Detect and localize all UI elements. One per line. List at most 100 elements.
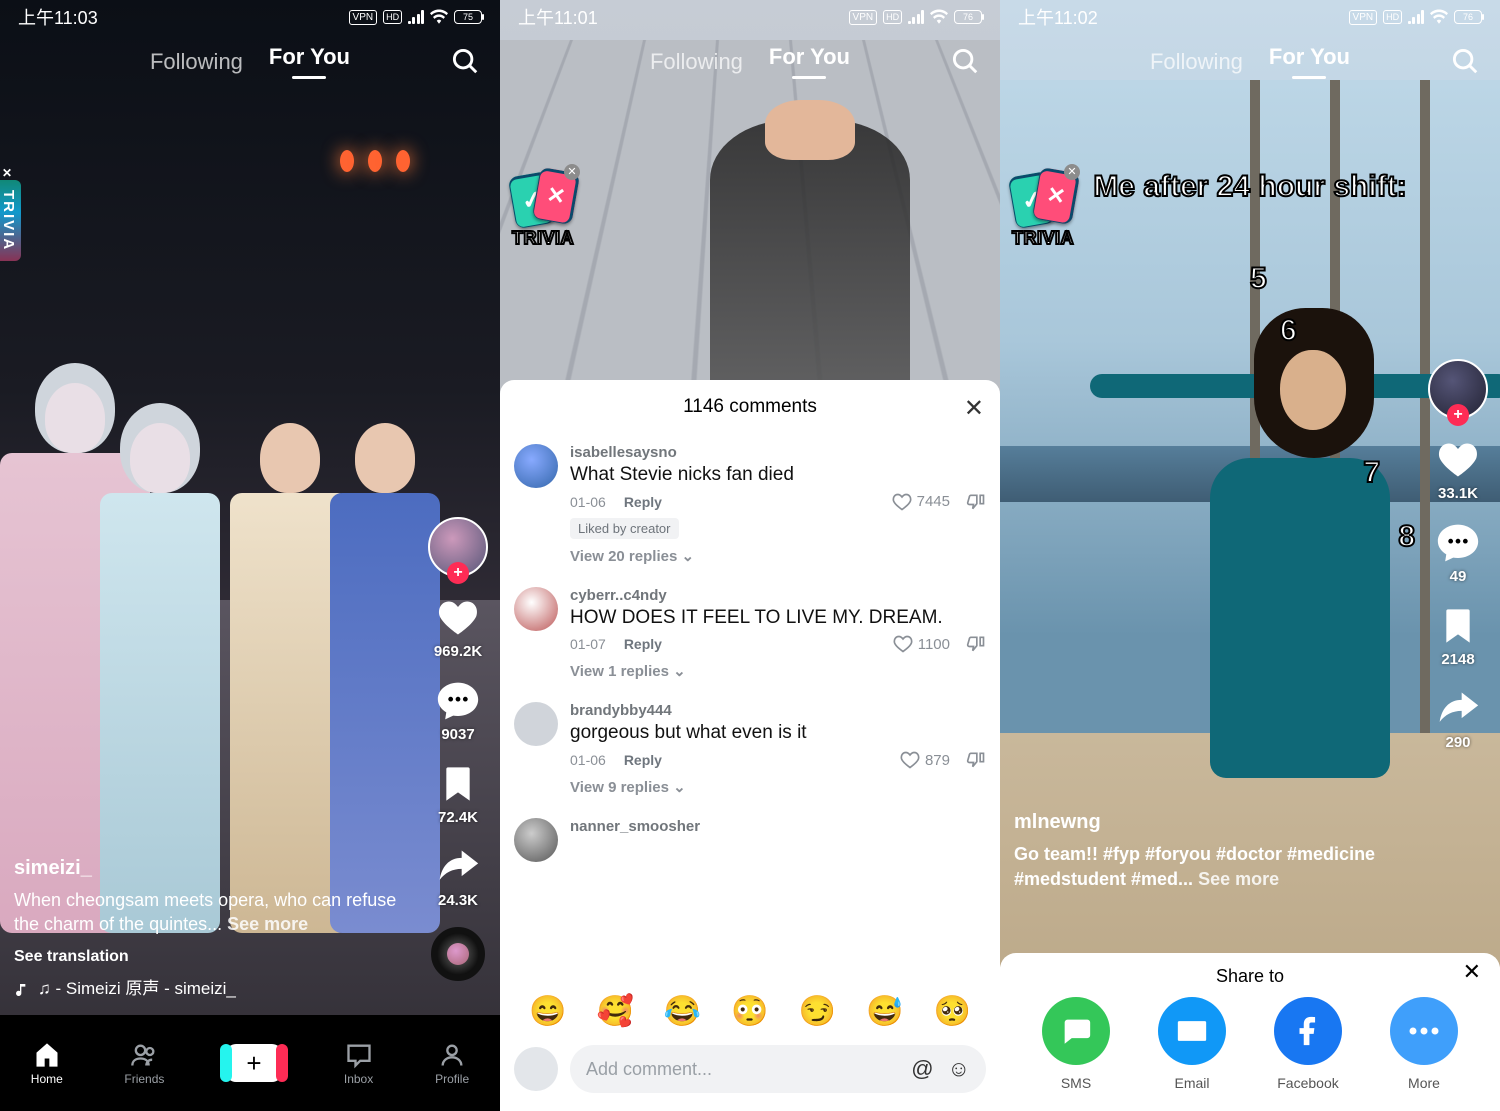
- share-button[interactable]: 24.3K: [435, 844, 481, 909]
- my-avatar[interactable]: [514, 1047, 558, 1091]
- comments-sheet: 1146 comments ✕ isabellesaysno What Stev…: [500, 380, 1000, 1111]
- search-icon[interactable]: [950, 46, 980, 76]
- like-comment-button[interactable]: 1100: [893, 634, 950, 654]
- reaction-emoji[interactable]: 😂: [664, 994, 701, 1029]
- reply-button[interactable]: Reply: [624, 494, 662, 510]
- see-more-button[interactable]: See more: [227, 914, 308, 934]
- heart-icon: [1435, 437, 1481, 483]
- creator-username[interactable]: mlnewng: [1014, 809, 1400, 836]
- comment-input[interactable]: Add comment... @ ☺: [570, 1045, 986, 1093]
- music-note-icon: [14, 982, 30, 998]
- see-more-button[interactable]: See more: [1198, 869, 1279, 889]
- save-button[interactable]: 72.4K: [435, 761, 481, 826]
- tab-following[interactable]: Following: [150, 49, 243, 75]
- share-facebook[interactable]: Facebook: [1274, 997, 1342, 1091]
- commenter-avatar[interactable]: [514, 587, 558, 631]
- creator-avatar[interactable]: +: [1428, 359, 1488, 419]
- trivia-badge[interactable]: ✕ TRIVIA: [1010, 170, 1076, 249]
- view-replies-button[interactable]: View 20 replies ⌄: [570, 547, 986, 565]
- signal-icon: [1408, 10, 1424, 24]
- commenter-avatar[interactable]: [514, 444, 558, 488]
- dislike-comment-button[interactable]: [966, 634, 986, 654]
- see-translation-button[interactable]: See translation: [14, 946, 400, 968]
- trivia-badge[interactable]: ✕ TRIVIA: [510, 170, 576, 249]
- comment-date: 01-07: [570, 636, 606, 652]
- caption-block: simeizi_ When cheongsam meets opera, who…: [14, 855, 400, 1001]
- tab-following[interactable]: Following: [650, 49, 743, 75]
- comment-text: What Stevie nicks fan died: [570, 463, 986, 488]
- like-button[interactable]: 969.2K: [434, 595, 482, 660]
- tab-for-you[interactable]: For You: [1269, 44, 1350, 79]
- clock: 上午11:01: [518, 4, 598, 30]
- clock: 上午11:02: [1018, 4, 1098, 30]
- close-share-button[interactable]: ✕: [1463, 966, 1481, 978]
- tab-following[interactable]: Following: [1150, 49, 1243, 75]
- sound-disc[interactable]: [431, 927, 485, 981]
- search-icon[interactable]: [450, 46, 480, 76]
- creator-username[interactable]: simeizi_: [14, 855, 400, 882]
- hd-indicator: HD: [1383, 10, 1402, 24]
- tab-for-you[interactable]: For You: [769, 44, 850, 79]
- save-button[interactable]: 2148: [1435, 603, 1481, 668]
- comment-text: HOW DOES IT FEEL TO LIVE MY. DREAM.: [570, 606, 986, 631]
- commenter-name[interactable]: cyberr..c4ndy: [570, 587, 986, 604]
- reaction-emoji[interactable]: 🥺: [934, 994, 971, 1029]
- tab-home[interactable]: Home: [31, 1041, 63, 1086]
- close-icon[interactable]: ✕: [1064, 164, 1080, 180]
- dislike-comment-button[interactable]: [966, 750, 986, 770]
- heart-icon: [435, 595, 481, 641]
- commenter-avatar[interactable]: [514, 818, 558, 862]
- reaction-emoji[interactable]: 😄: [529, 994, 566, 1029]
- tab-friends[interactable]: Friends: [124, 1041, 164, 1086]
- create-button[interactable]: +: [226, 1044, 282, 1082]
- caption-text[interactable]: Go team!! #fyp #foryou #doctor #medicine…: [1014, 844, 1375, 888]
- comment-item: isabellesaysno What Stevie nicks fan die…: [514, 434, 986, 577]
- sound-marquee[interactable]: ♫ - Simeizi 原声 - simeizi_: [14, 978, 400, 1001]
- share-more[interactable]: More: [1390, 997, 1458, 1091]
- tab-for-you[interactable]: For You: [269, 44, 350, 79]
- share-email[interactable]: Email: [1158, 997, 1226, 1091]
- share-button[interactable]: 290: [1435, 686, 1481, 751]
- share-sms[interactable]: SMS: [1042, 997, 1110, 1091]
- view-replies-button[interactable]: View 9 replies ⌄: [570, 778, 986, 796]
- plus-icon: +: [246, 1048, 261, 1079]
- commenter-name[interactable]: nanner_smoosher: [570, 818, 986, 835]
- like-comment-button[interactable]: 7445: [892, 492, 950, 512]
- wifi-icon: [930, 9, 948, 25]
- view-replies-button[interactable]: View 1 replies ⌄: [570, 662, 986, 680]
- like-button[interactable]: 33.1K: [1435, 437, 1481, 502]
- commenter-avatar[interactable]: [514, 702, 558, 746]
- follow-plus-icon[interactable]: +: [447, 562, 469, 584]
- like-count: 969.2K: [434, 643, 482, 660]
- close-comments-button[interactable]: ✕: [964, 394, 984, 423]
- email-icon: [1158, 997, 1226, 1065]
- close-icon[interactable]: ✕: [564, 164, 580, 180]
- chevron-down-icon: ⌄: [681, 548, 694, 565]
- reply-button[interactable]: Reply: [624, 636, 662, 652]
- comments-list[interactable]: isabellesaysno What Stevie nicks fan die…: [500, 434, 1000, 984]
- feed-tabs: Following For You: [1000, 44, 1500, 79]
- comment-icon: [435, 678, 481, 724]
- creator-avatar[interactable]: +: [428, 517, 488, 577]
- follow-plus-icon[interactable]: +: [1447, 404, 1469, 426]
- comment-button[interactable]: 49: [1435, 520, 1481, 585]
- reply-button[interactable]: Reply: [624, 752, 662, 768]
- caption-text: When cheongsam meets opera, who can refu…: [14, 890, 396, 934]
- tab-inbox[interactable]: Inbox: [344, 1041, 374, 1086]
- comment-button[interactable]: 9037: [435, 678, 481, 743]
- like-comment-button[interactable]: 879: [900, 750, 950, 770]
- tab-profile[interactable]: Profile: [435, 1041, 469, 1086]
- dislike-comment-button[interactable]: [966, 492, 986, 512]
- commenter-name[interactable]: isabellesaysno: [570, 444, 986, 461]
- mention-icon[interactable]: @: [911, 1056, 933, 1082]
- reaction-emoji[interactable]: 🥰: [596, 994, 633, 1029]
- hd-indicator: HD: [883, 10, 902, 24]
- commenter-name[interactable]: brandybby444: [570, 702, 986, 719]
- reaction-emoji[interactable]: 😳: [731, 994, 768, 1029]
- battery-icon: 76: [1454, 10, 1482, 24]
- reaction-emoji[interactable]: 😏: [799, 994, 836, 1029]
- reaction-emoji[interactable]: 😅: [866, 994, 903, 1029]
- trivia-side-tag[interactable]: ✕TRIVIA: [0, 180, 21, 261]
- search-icon[interactable]: [1450, 46, 1480, 76]
- emoji-picker-icon[interactable]: ☺: [948, 1056, 970, 1082]
